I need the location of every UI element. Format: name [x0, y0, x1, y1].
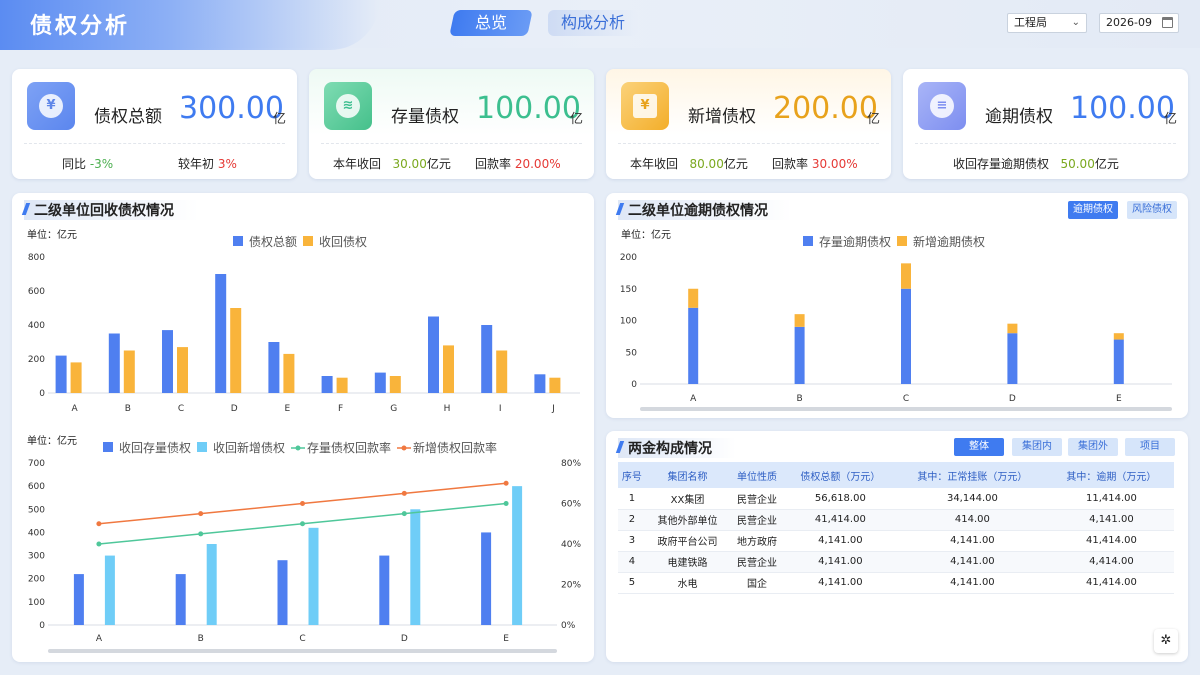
table-cell: 11,414.00 [1048, 488, 1174, 510]
table-header-cell: 其中：正常挂账（万元） [895, 462, 1049, 488]
kpi-unit: 亿 [273, 112, 287, 127]
table-cell: 电建铁路 [645, 551, 730, 573]
kpi-card-new: ¥ 新增债权 200.00 亿 本年收回 80.00亿元 回款率 30.00% [606, 69, 891, 179]
table-cell: 4,141.00 [784, 572, 896, 594]
kpi-card-stock: ≋ 存量债权 100.00 亿 本年收回 30.00亿元 回款率 20.00% [309, 69, 594, 179]
table-cell: 4,141.00 [784, 551, 896, 573]
table-row[interactable]: 3 政府平台公司 地方政府 4,141.00 4,141.00 41,414.00 [618, 530, 1174, 552]
table-cell: 4,141.00 [895, 551, 1049, 573]
table-cell: 5 [618, 572, 646, 594]
org-select[interactable]: 工程局 ⌄ [1007, 13, 1087, 33]
database-icon: ≡ [918, 82, 966, 130]
kpi-sub-rate: 回款率 30.00% [772, 157, 858, 171]
kpi-unit: 亿 [1164, 112, 1178, 127]
kpi-sub-ytd: 较年初 3% [178, 157, 237, 171]
table-header-cell: 单位性质 [729, 462, 785, 488]
funds-table: 序号 集团名称 单位性质 债权总额（万元） 其中：正常挂账（万元） 其中：逾期（万元） 1… [618, 462, 1174, 594]
kpi-value: 100.00 [476, 91, 581, 126]
table-row[interactable]: 1 XX集团 民营企业 56,618.00 34,144.00 11,414.00 [618, 488, 1174, 510]
chip-group-internal[interactable]: 集团内 [1012, 438, 1062, 456]
chevron-down-icon: ⌄ [1071, 17, 1080, 28]
kpi-unit: 亿 [867, 112, 881, 127]
kpi-sub-rate: 回款率 20.00% [475, 157, 561, 171]
table-row[interactable]: 2 其他外部单位 民营企业 41,414.00 414.00 4,141.00 [618, 509, 1174, 531]
coins-icon: ≋ [324, 82, 372, 130]
kpi-label: 新增债权 [688, 107, 756, 127]
table-body: 1 XX集团 民营企业 56,618.00 34,144.00 11,414.00 2 其他外… [618, 488, 1174, 594]
table-cell: 41,414.00 [784, 509, 896, 531]
kpi-sub-recovered: 本年收回 80.00亿元 [630, 157, 748, 171]
table-cell: 414.00 [895, 509, 1049, 531]
divider [618, 143, 879, 144]
kpi-card-overdue: ≡ 逾期债权 100.00 亿 收回存量逾期债权 50.00亿元 [903, 69, 1188, 179]
panel-title: 两金构成情况 [618, 438, 736, 458]
chip-risk[interactable]: 风险债权 [1127, 201, 1177, 219]
chip-project[interactable]: 项目 [1125, 438, 1175, 456]
kpi-label: 存量债权 [391, 107, 459, 127]
table-cell: 3 [618, 530, 646, 552]
kpi-unit: 亿 [570, 112, 584, 127]
panel-title: 二级单位逾期债权情况 [618, 200, 792, 220]
money-bag-icon: ¥ [27, 82, 75, 130]
table-cell: 民营企业 [729, 488, 785, 510]
table-header-cell: 集团名称 [645, 462, 730, 488]
table-cell: 56,618.00 [784, 488, 896, 510]
table-header-cell: 债权总额（万元） [784, 462, 896, 488]
kpi-label: 债权总额 [94, 107, 162, 127]
divider [24, 143, 285, 144]
chip-all[interactable]: 整体 [954, 438, 1004, 456]
table-cell: 国企 [729, 572, 785, 594]
table-cell: XX集团 [645, 488, 730, 510]
table-header-row: 序号 集团名称 单位性质 债权总额（万元） 其中：正常挂账（万元） 其中：逾期（万元） [618, 462, 1174, 488]
settings-cog-icon[interactable]: ✲ [1154, 629, 1178, 653]
tab-overview[interactable]: 总览 [449, 10, 533, 36]
table-cell: 1 [618, 488, 646, 510]
recovery-panel: 二级单位回收债权情况 [12, 193, 594, 662]
overdue-panel: 二级单位逾期债权情况 逾期债权 风险债权 [606, 193, 1188, 418]
table-cell: 其他外部单位 [645, 509, 730, 531]
table-cell: 4,141.00 [784, 530, 896, 552]
divider [915, 143, 1176, 144]
table-cell: 41,414.00 [1048, 530, 1174, 552]
header-bar: 债权分析 总览 构成分析 工程局 ⌄ 2026-09 [0, 0, 1200, 50]
table-cell: 41,414.00 [1048, 572, 1174, 594]
kpi-value: 100.00 [1070, 91, 1175, 126]
chip-overdue[interactable]: 逾期债权 [1068, 201, 1118, 219]
table-cell: 水电 [645, 572, 730, 594]
page-title: 债权分析 [30, 14, 131, 39]
table-cell: 2 [618, 509, 646, 531]
table-cell: 34,144.00 [895, 488, 1049, 510]
table-cell: 4 [618, 551, 646, 573]
table-cell: 4,141.00 [895, 530, 1049, 552]
chip-group-external[interactable]: 集团外 [1068, 438, 1118, 456]
kpi-sub-yoy: 同比 -3% [62, 157, 114, 171]
kpi-label: 逾期债权 [985, 107, 1053, 127]
table-row[interactable]: 5 水电 国企 4,141.00 4,141.00 41,414.00 [618, 572, 1174, 594]
kpi-sub-overdue-recovered: 收回存量逾期债权 50.00亿元 [953, 157, 1119, 171]
table-cell: 民营企业 [729, 509, 785, 531]
calendar-icon [1162, 17, 1173, 28]
table-cell: 4,141.00 [895, 572, 1049, 594]
calendar-yen-icon: ¥ [621, 82, 669, 130]
kpi-value: 300.00 [179, 91, 284, 126]
panel-title: 二级单位回收债权情况 [24, 200, 198, 220]
table-cell: 4,414.00 [1048, 551, 1174, 573]
table-cell: 政府平台公司 [645, 530, 730, 552]
kpi-sub-recovered: 本年收回 30.00亿元 [333, 157, 451, 171]
table-row[interactable]: 4 电建铁路 民营企业 4,141.00 4,141.00 4,414.00 [618, 551, 1174, 573]
tab-composition[interactable]: 构成分析 [548, 10, 638, 36]
kpi-value: 200.00 [773, 91, 878, 126]
date-picker[interactable]: 2026-09 [1099, 13, 1179, 33]
table-header-cell: 序号 [618, 462, 646, 488]
table-header-cell: 其中：逾期（万元） [1048, 462, 1174, 488]
table-cell: 4,141.00 [1048, 509, 1174, 531]
table-cell: 地方政府 [729, 530, 785, 552]
kpi-card-total: ¥ 债权总额 300.00 亿 同比 -3% 较年初 3% [12, 69, 297, 179]
table-cell: 民营企业 [729, 551, 785, 573]
divider [321, 143, 582, 144]
